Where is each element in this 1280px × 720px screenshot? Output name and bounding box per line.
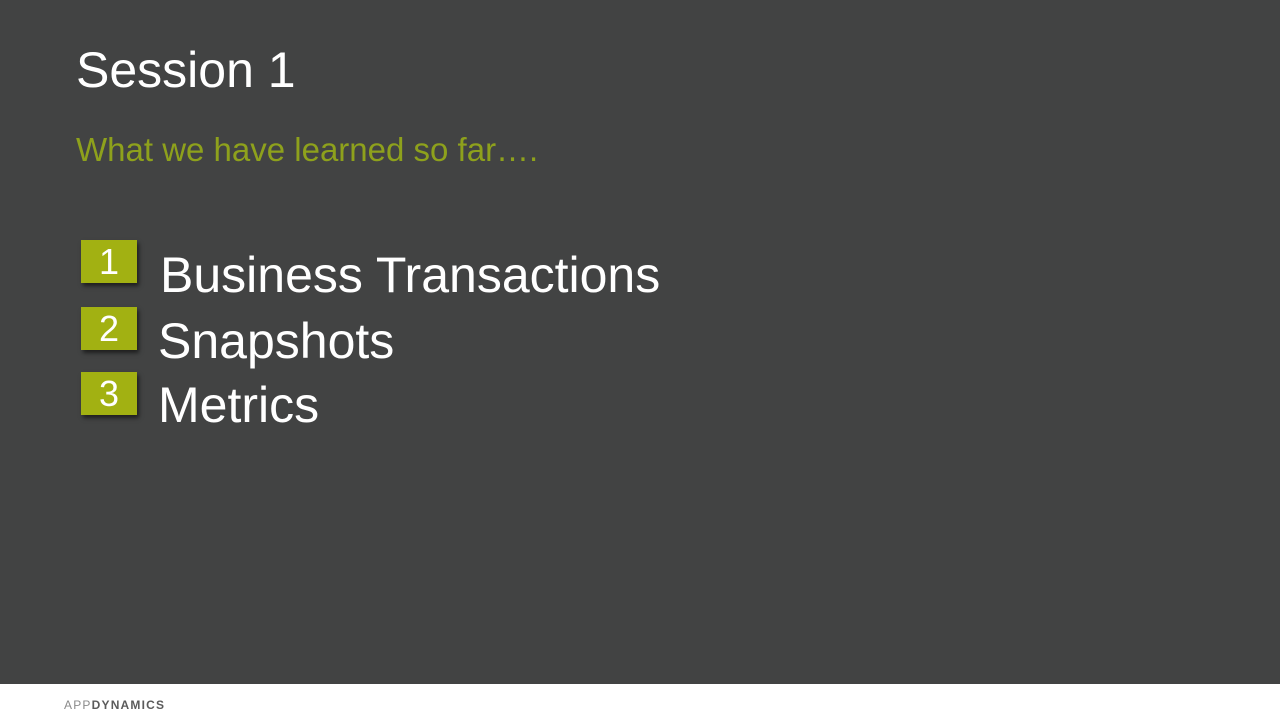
number-badge-1: 1	[81, 240, 137, 283]
list-item-label-2: Snapshots	[158, 313, 395, 369]
slide-title: Session 1	[76, 42, 296, 98]
slide-body: Session 1 What we have learned so far…. …	[0, 0, 1280, 684]
list-item-label-3: Metrics	[158, 377, 320, 433]
logo-text-app: APP	[64, 698, 92, 712]
list-item-label-1: Business Transactions	[160, 247, 661, 303]
list-item-2: 2 Snapshots	[0, 307, 800, 369]
appdynamics-logo: APPDYNAMICS	[64, 698, 165, 712]
logo-text-dynamics: DYNAMICS	[91, 698, 166, 712]
number-badge-3: 3	[81, 372, 137, 415]
footer: APPDYNAMICS	[0, 684, 1280, 720]
list-item-1: 1 Business Transactions	[0, 240, 800, 303]
list-item-3: 3 Metrics	[0, 372, 800, 433]
slide: Session 1 What we have learned so far…. …	[0, 0, 1280, 720]
number-badge-2: 2	[81, 307, 137, 350]
slide-subtitle: What we have learned so far….	[76, 131, 539, 168]
